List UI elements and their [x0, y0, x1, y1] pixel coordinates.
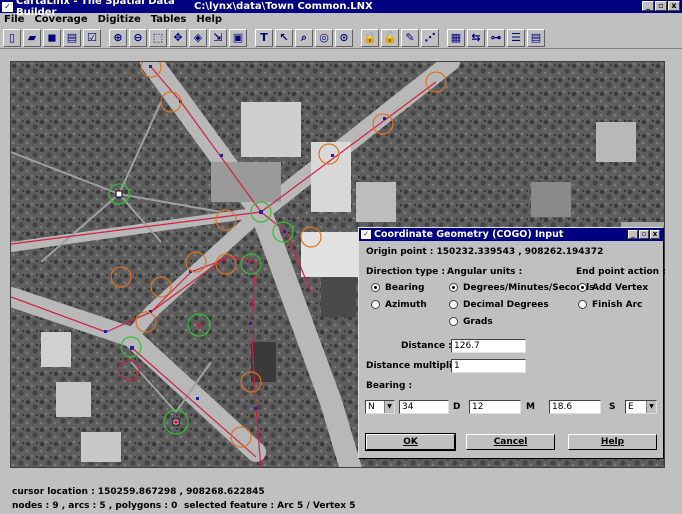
distance-label: Distance : [401, 341, 452, 351]
document-path: C:\lynx\data\Town Common.LNX [194, 1, 373, 12]
grads-radio-label: Grads [463, 317, 493, 327]
cancel-button[interactable]: Cancel [466, 434, 555, 450]
distance-multiplier-input[interactable]: 1 [451, 359, 526, 373]
bearing-degrees-input[interactable]: 34 [399, 400, 449, 414]
dialog-titlebar[interactable]: ✓ Coordinate Geometry (COGO) Input _ ▫ x [359, 228, 663, 241]
zoom-extent-icon[interactable]: ⬚ [149, 28, 167, 47]
decimal-degrees-radio-label: Decimal Degrees [463, 300, 549, 310]
query-icon[interactable]: ⌕ [295, 28, 313, 47]
minimize-button[interactable]: _ [642, 1, 654, 11]
dialog-minimize-button[interactable]: _ [628, 230, 638, 239]
menu-bar: File Coverage Digitize Tables Help [0, 13, 682, 26]
chevron-down-icon: ▼ [646, 401, 656, 413]
bearing-ew-select[interactable]: E ▼ [625, 400, 657, 414]
dms-radio-label: Degrees/Minutes/Seconds [463, 283, 595, 293]
dms-radio[interactable] [449, 283, 458, 292]
toolbar: ▯ ▰ ◼ ▤ ☑ ⊕ ⊖ ⬚ ✥ ◈ ⇲ ▣ T ↖ ⌕ ◎ ⊙ 🔒 🔓 ✎ … [0, 27, 682, 49]
cursor-location-readout: cursor location : 150259.867298 , 908268… [12, 487, 265, 497]
app-icon: ✓ [2, 1, 13, 12]
tree-icon[interactable]: ⊶ [487, 28, 505, 47]
grid-icon[interactable]: ▦ [447, 28, 465, 47]
end-point-action-label: End point action : [576, 267, 666, 277]
ok-button-label: OK [403, 437, 418, 447]
add-vertex-radio-label: Add Vertex [592, 283, 649, 293]
help-button-label: Help [600, 437, 625, 447]
open-folder-icon[interactable]: ▰ [23, 28, 41, 47]
layer-icon[interactable]: ◈ [189, 28, 207, 47]
check-icon[interactable]: ☑ [83, 28, 101, 47]
bearing-ew-value: E [628, 402, 634, 412]
lock-icon[interactable]: 🔒 [361, 28, 379, 47]
dialog-maximize-button[interactable]: ▫ [639, 230, 649, 239]
bearing-minutes-input[interactable]: 12 [469, 400, 521, 414]
pan-icon[interactable]: ✥ [169, 28, 187, 47]
zoom-in-icon[interactable]: ⊕ [109, 28, 127, 47]
draw-icon[interactable]: ✎ [401, 28, 419, 47]
finish-arc-radio-label: Finish Arc [592, 300, 643, 310]
new-file-icon[interactable]: ▯ [3, 28, 21, 47]
list-icon[interactable]: ☰ [507, 28, 525, 47]
digitize-icon[interactable]: ⋰ [421, 28, 439, 47]
grads-radio[interactable] [449, 317, 458, 326]
close-button[interactable]: x [668, 1, 680, 11]
degrees-unit-label: D [453, 402, 461, 412]
help-button[interactable]: Help [568, 434, 657, 450]
seconds-unit-label: S [609, 402, 616, 412]
window-controls: _ ▫ x [642, 1, 680, 11]
minutes-unit-label: M [526, 402, 535, 412]
window-titlebar[interactable]: ✓ CartaLinx - The Spatial Data Builder C… [0, 0, 682, 18]
selected-feature: selected feature : Arc 5 / Vertex 5 [184, 501, 356, 511]
chevron-down-icon: ▼ [384, 401, 394, 413]
cancel-button-label: Cancel [493, 437, 528, 447]
flip-icon[interactable]: ⇆ [467, 28, 485, 47]
feature-counts: nodes : 9 , arcs : 5 , polygons : 0 [12, 501, 178, 511]
window-icon[interactable]: ▣ [229, 28, 247, 47]
menu-digitize[interactable]: Digitize [93, 14, 146, 25]
dialog-title: Coordinate Geometry (COGO) Input [374, 229, 564, 240]
text-tool-icon[interactable]: T [255, 28, 273, 47]
direction-type-label: Direction type : [366, 267, 445, 277]
bearing-ns-value: N [368, 402, 375, 412]
decimal-degrees-radio[interactable] [449, 300, 458, 309]
azimuth-radio[interactable] [371, 300, 380, 309]
maximize-button[interactable]: ▫ [655, 1, 667, 11]
menu-coverage[interactable]: Coverage [29, 14, 92, 25]
bearing-radio[interactable] [371, 283, 380, 292]
menu-tables[interactable]: Tables [146, 14, 192, 25]
calculator-icon[interactable]: ▤ [527, 28, 545, 47]
ok-button[interactable]: OK [365, 433, 456, 451]
bearing-label: Bearing : [366, 381, 413, 391]
dialog-app-icon: ✓ [361, 230, 371, 239]
origin-point-label: Origin point : 150232.339543 , 908262.19… [366, 247, 604, 257]
zoom-out-icon[interactable]: ⊖ [129, 28, 147, 47]
finish-arc-radio[interactable] [578, 300, 587, 309]
node-icon[interactable]: ◎ [315, 28, 333, 47]
azimuth-radio-label: Azimuth [385, 300, 427, 310]
dialog-window-controls: _ ▫ x [628, 230, 660, 239]
angular-units-label: Angular units : [447, 267, 523, 277]
add-vertex-radio[interactable] [578, 283, 587, 292]
export-icon[interactable]: ⇲ [209, 28, 227, 47]
select-arrow-icon[interactable]: ↖ [275, 28, 293, 47]
menu-file[interactable]: File [0, 14, 29, 25]
dialog-close-button[interactable]: x [650, 230, 660, 239]
distance-input[interactable]: 126.7 [451, 339, 526, 353]
cogo-dialog: ✓ Coordinate Geometry (COGO) Input _ ▫ x… [358, 227, 666, 459]
status-bar: cursor location : 150259.867298 , 908268… [0, 478, 682, 514]
print-icon[interactable]: ▤ [63, 28, 81, 47]
unlock-icon[interactable]: 🔓 [381, 28, 399, 47]
target-icon[interactable]: ⊙ [335, 28, 353, 47]
dialog-body: Origin point : 150232.339543 , 908262.19… [359, 241, 666, 458]
bearing-ns-select[interactable]: N ▼ [365, 400, 395, 414]
menu-help[interactable]: Help [191, 14, 227, 25]
bearing-seconds-input[interactable]: 18.6 [549, 400, 601, 414]
save-icon[interactable]: ◼ [43, 28, 61, 47]
bearing-radio-label: Bearing [385, 283, 425, 293]
